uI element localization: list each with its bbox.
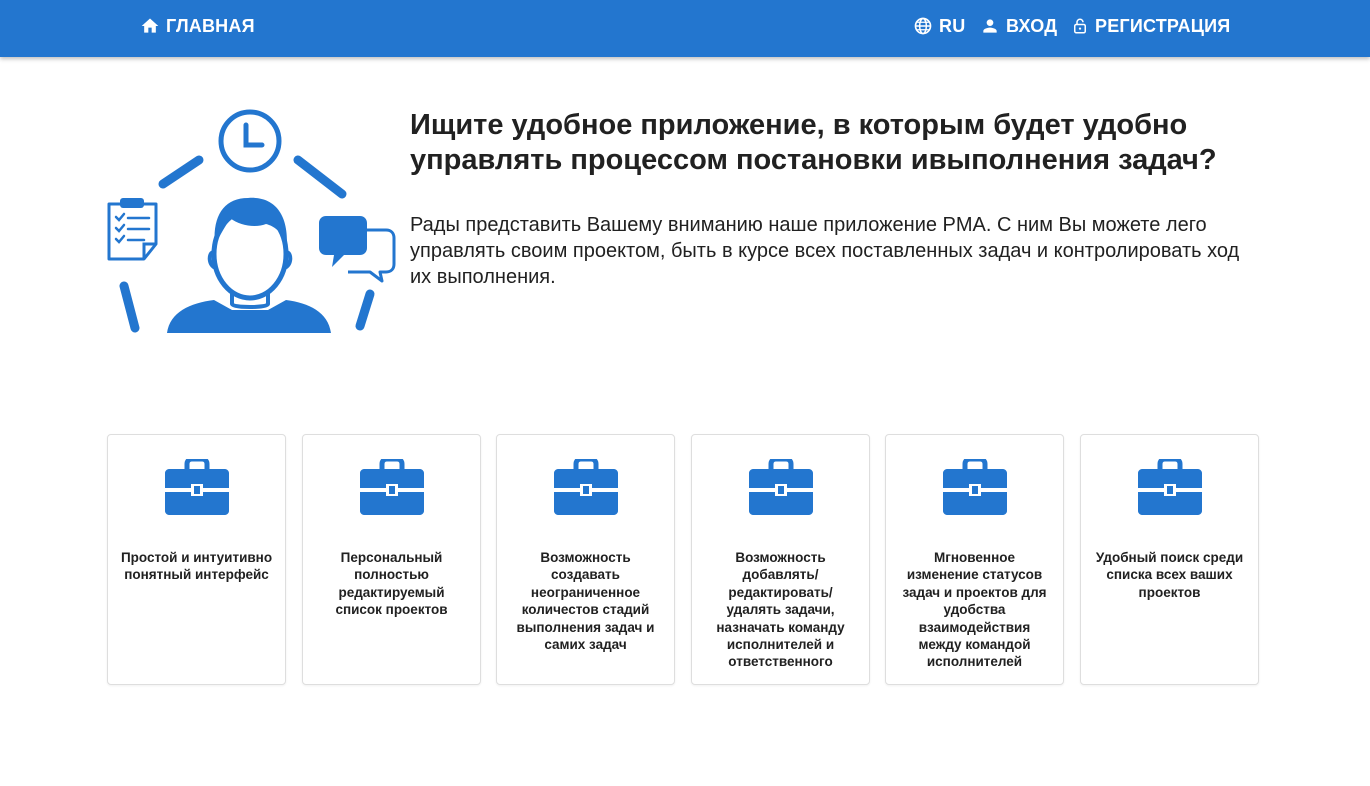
feature-card: Простой и интуитивно понятный интерфейс <box>107 434 286 685</box>
register-link[interactable]: РЕГИСТРАЦИЯ <box>1071 0 1230 52</box>
briefcase-icon <box>360 456 424 515</box>
feature-text: Удобный поиск среди списка всех ваших пр… <box>1095 550 1244 600</box>
language-switcher[interactable]: RU <box>913 0 965 52</box>
hero-title: Ищите удобное приложение, в которым буде… <box>410 109 1217 176</box>
hero-description: Рады представить Вашему вниманию наше пр… <box>410 214 1240 288</box>
briefcase-icon <box>749 456 813 515</box>
top-navbar: ГЛАВНАЯ RU ВХОД РЕГИСТРАЦИЯ <box>0 0 1370 57</box>
briefcase-icon <box>943 456 1007 515</box>
feature-card: Удобный поиск среди списка всех ваших пр… <box>1080 434 1259 685</box>
checklist-clipboard-icon <box>107 198 158 261</box>
home-icon <box>141 18 159 33</box>
feature-text: Возможность создавать неограниченное кол… <box>516 550 655 653</box>
feature-card: Возможность создавать неограниченное кол… <box>496 434 675 685</box>
user-avatar-icon <box>167 197 331 333</box>
feature-card: Мгновенное изменение статусов задач и пр… <box>885 434 1064 685</box>
login-link[interactable]: ВХОД <box>980 0 1057 52</box>
feature-text: Простой и интуитивно понятный интерфейс <box>120 550 273 583</box>
clock-icon <box>218 109 282 173</box>
briefcase-icon <box>165 456 229 515</box>
feature-text: Возможность добавлять/ редактировать/ уд… <box>716 550 845 670</box>
briefcase-icon <box>554 456 618 515</box>
briefcase-icon <box>1138 456 1202 515</box>
project-management-illustration <box>107 109 396 333</box>
nav-home-link[interactable]: ГЛАВНАЯ <box>140 0 255 52</box>
nav-home-label: ГЛАВНАЯ <box>166 15 255 36</box>
feature-card: Персональный полностью редактируемый спи… <box>302 434 481 685</box>
lock-open-icon <box>1074 18 1086 34</box>
feature-text: Персональный полностью редактируемый спи… <box>335 550 448 618</box>
chat-bubbles-icon <box>319 216 396 283</box>
person-icon <box>983 19 997 33</box>
language-label: RU <box>939 15 966 36</box>
register-label: РЕГИСТРАЦИЯ <box>1095 15 1231 36</box>
feature-card: Возможность добавлять/ редактировать/ уд… <box>691 434 870 685</box>
globe-icon <box>914 17 932 35</box>
feature-text: Мгновенное изменение статусов задач и пр… <box>902 550 1047 670</box>
login-label: ВХОД <box>1006 15 1058 36</box>
